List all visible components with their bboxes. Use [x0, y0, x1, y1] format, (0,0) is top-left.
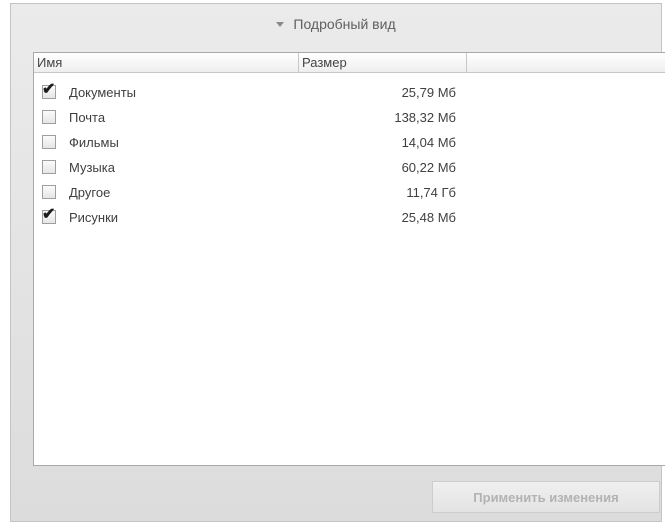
column-header-empty	[467, 53, 665, 73]
detail-view-panel: Подробный вид Имя Размер ✔ Документы 25,…	[10, 3, 665, 522]
item-name: Почта	[69, 110, 106, 125]
detail-view-toggle[interactable]: Подробный вид	[11, 4, 661, 44]
checkbox[interactable]	[42, 185, 56, 199]
item-size: 11,74 Гб	[406, 185, 456, 200]
checkbox[interactable]: ✔	[42, 81, 56, 99]
item-name: Фильмы	[69, 135, 119, 150]
checkmark-icon: ✔	[42, 206, 56, 223]
detail-view-title: Подробный вид	[293, 16, 396, 32]
list-item[interactable]: ✔ Документы 25,79 Мб	[34, 80, 467, 105]
item-name: Другое	[69, 185, 111, 200]
list-item[interactable]: Фильмы 14,04 Мб	[34, 130, 467, 155]
list-item[interactable]: ✔ Рисунки 25,48 Мб	[34, 205, 467, 230]
checkbox[interactable]: ✔	[42, 206, 56, 224]
apply-changes-button[interactable]: Применить изменения	[432, 481, 660, 513]
list-item[interactable]: Почта 138,32 Мб	[34, 105, 467, 130]
column-header-name[interactable]: Имя	[34, 53, 299, 73]
checkbox[interactable]	[42, 135, 56, 149]
item-name: Документы	[69, 85, 137, 100]
list-item[interactable]: Музыка 60,22 Мб	[34, 155, 467, 180]
item-size: 25,48 Мб	[401, 210, 456, 225]
list-item[interactable]: Другое 11,74 Гб	[34, 180, 467, 205]
triangle-down-icon	[276, 22, 285, 27]
checkbox[interactable]	[42, 160, 56, 174]
item-size: 60,22 Мб	[401, 160, 456, 175]
item-size: 14,04 Мб	[401, 135, 456, 150]
item-name: Рисунки	[69, 210, 119, 225]
item-size: 138,32 Мб	[394, 110, 456, 125]
item-name: Музыка	[69, 160, 115, 175]
checkmark-icon: ✔	[42, 81, 56, 98]
column-headers: Имя Размер	[34, 53, 665, 73]
column-header-size[interactable]: Размер	[299, 53, 467, 73]
folder-list: Имя Размер ✔ Документы 25,79 Мб Почта 13…	[33, 52, 665, 466]
checkbox[interactable]	[42, 110, 56, 124]
item-size: 25,79 Мб	[401, 85, 456, 100]
